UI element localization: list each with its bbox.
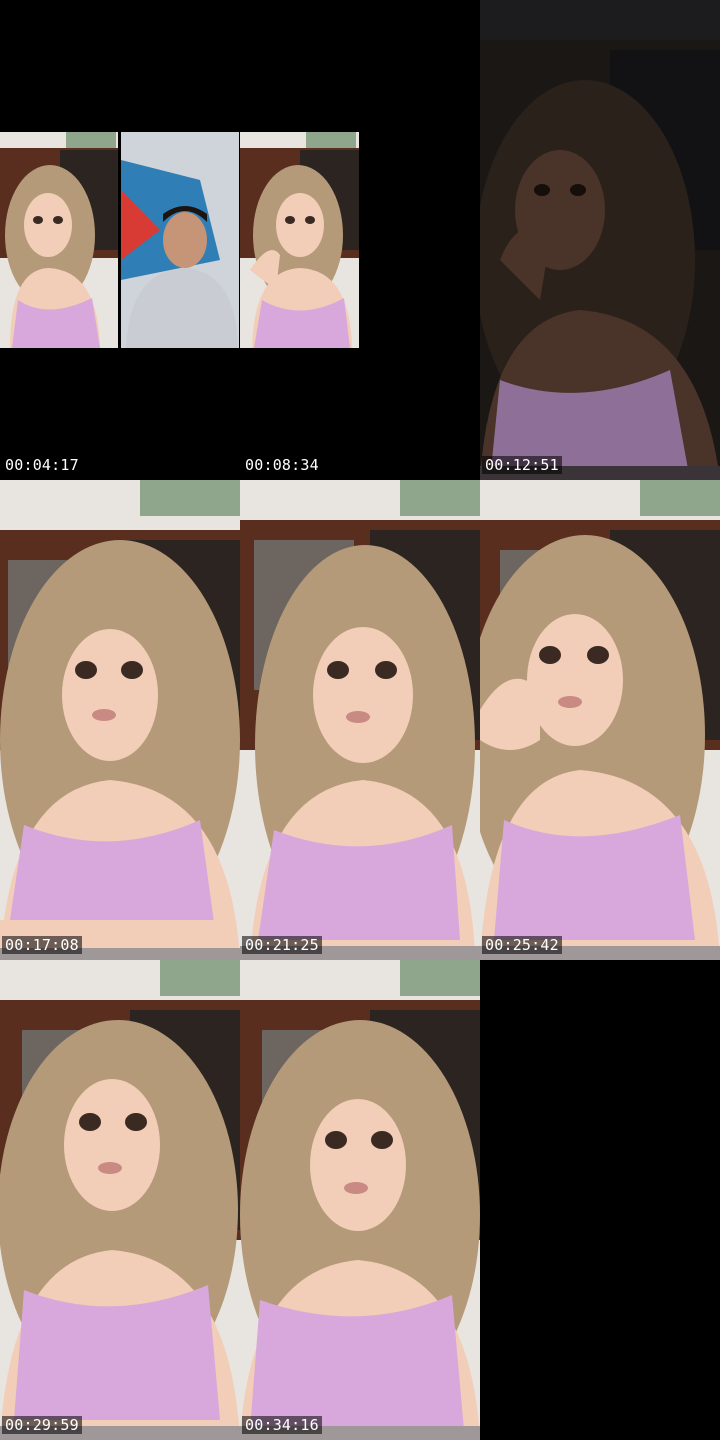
empty-cell (480, 960, 720, 1440)
thumbnail-1[interactable]: 00:04:17 (0, 0, 240, 480)
frame-image (240, 960, 480, 1440)
thumbnail-7[interactable]: 00:29:59 (0, 960, 240, 1440)
frame-image (480, 0, 720, 480)
thumbnail-8[interactable]: 00:34:16 (240, 960, 480, 1440)
thumbnail-2[interactable]: 00:08:34 (240, 0, 480, 480)
thumbnail-grid: 00:04:17 00:08:34 00:12:51 00:17:08 00:2… (0, 0, 720, 1440)
timestamp: 00:34:16 (242, 1416, 322, 1434)
thumbnail-4[interactable]: 00:17:08 (0, 480, 240, 960)
thumbnail-6[interactable]: 00:25:42 (480, 480, 720, 960)
timestamp: 00:21:25 (242, 936, 322, 954)
thumbnail-3[interactable]: 00:12:51 (480, 0, 720, 480)
frame-image (480, 480, 720, 960)
timestamp: 00:04:17 (2, 456, 82, 474)
timestamp: 00:25:42 (482, 936, 562, 954)
frame-image (240, 480, 480, 960)
timestamp: 00:29:59 (2, 1416, 82, 1434)
frame-image (0, 480, 240, 960)
frame-image (0, 0, 240, 480)
timestamp: 00:12:51 (482, 456, 562, 474)
timestamp: 00:17:08 (2, 936, 82, 954)
timestamp: 00:08:34 (242, 456, 322, 474)
frame-image (240, 0, 480, 480)
frame-image (0, 960, 240, 1440)
thumbnail-5[interactable]: 00:21:25 (240, 480, 480, 960)
